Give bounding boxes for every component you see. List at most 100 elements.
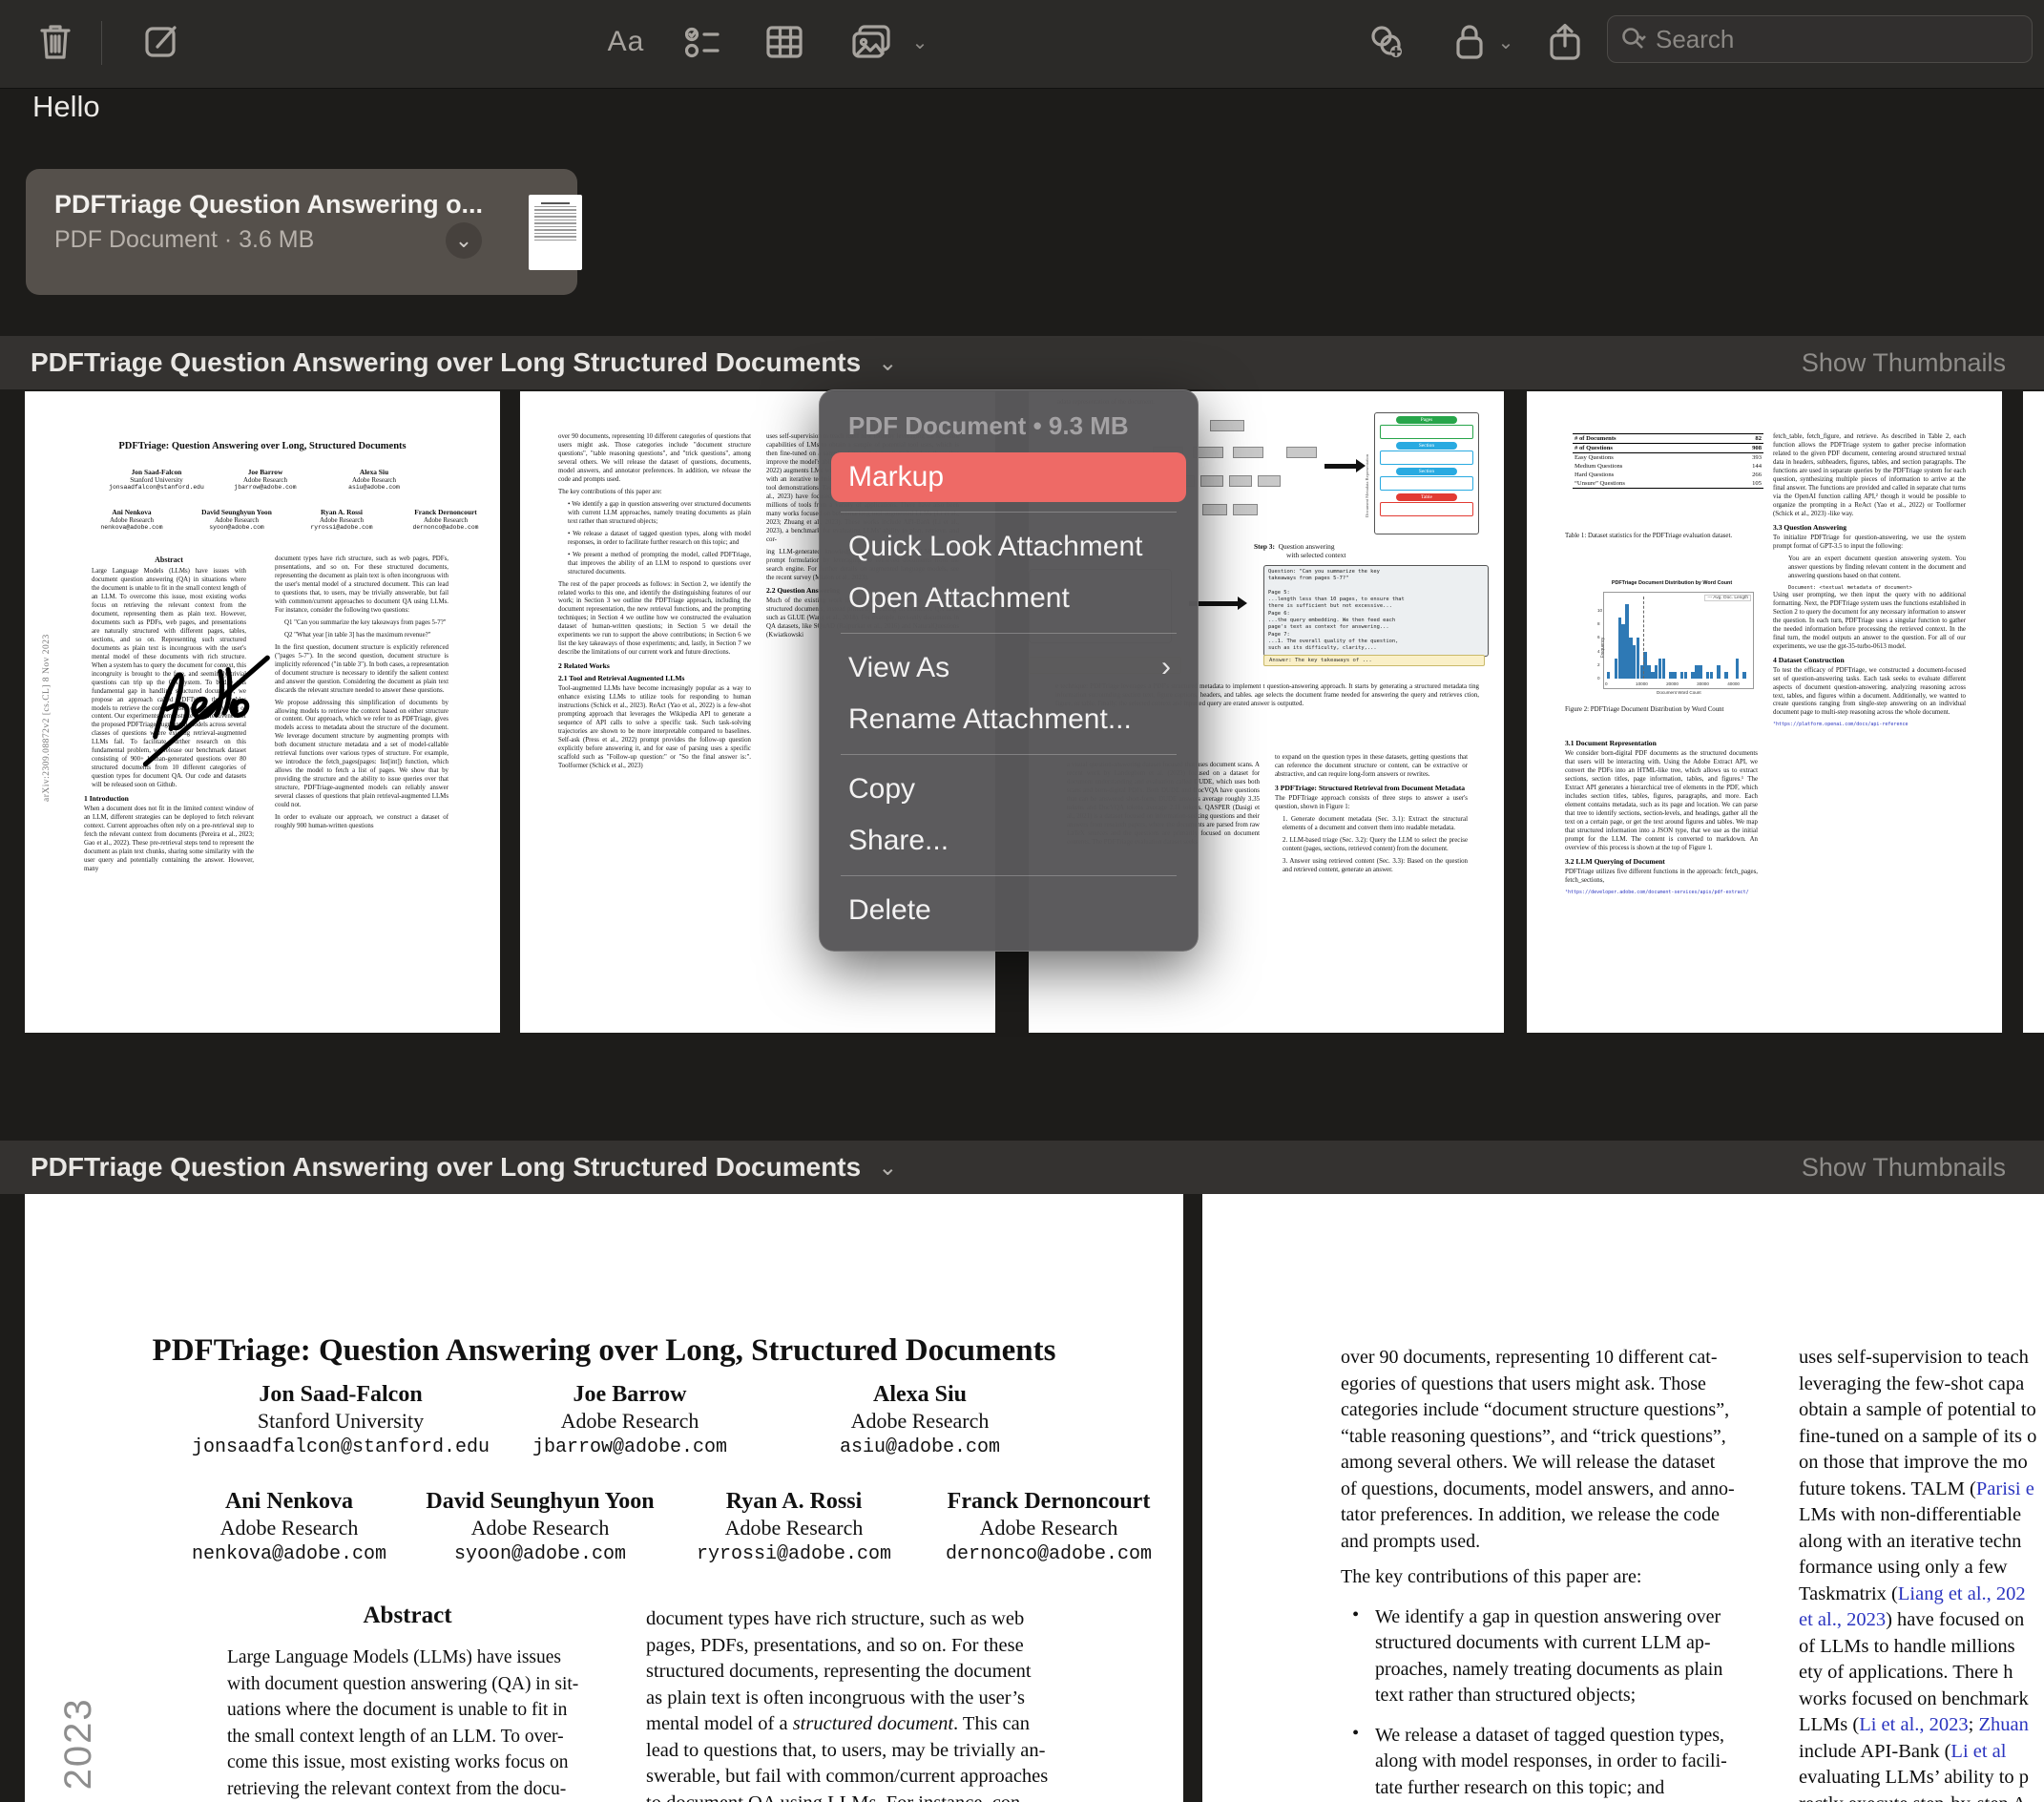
abstract-column: Large Language Models (LLMs) have issues…: [227, 1645, 599, 1802]
text-block: Adobe Research: [201, 516, 272, 524]
chevron-down-icon[interactable]: ⌄: [878, 349, 897, 377]
text-line: on those that improve the mo: [1799, 1450, 2044, 1477]
text-block: there is sufficient but not excessive...: [1268, 603, 1484, 610]
section-title: PDFTriage Question Answering over Long S…: [31, 1152, 861, 1183]
pdf-page-thumbnail-1[interactable]: arXiv:2309.08872v2 [cs.CL] 8 Nov 2023PDF…: [25, 391, 500, 1033]
trash-icon[interactable]: [31, 17, 80, 67]
search-placeholder: Search: [1656, 25, 1734, 54]
text-block: of questions, documents, model answers, …: [1341, 1477, 1742, 1503]
text-block: Large Language Models (LLMs) have issues…: [84, 568, 254, 790]
text-block: Ani Nenkova: [100, 508, 162, 516]
text-line: mental model of a structured document. T…: [646, 1711, 1095, 1738]
text-block: Stanford University: [109, 476, 204, 484]
chart-title: PDFTriage Document Distribution by Word …: [1590, 580, 1754, 586]
chart-bar: [1736, 659, 1739, 679]
text-block: 3 PDFTriage: Structured Retrieval from D…: [1275, 784, 1468, 792]
arrow-icon: [1324, 464, 1357, 469]
menu-item-delete[interactable]: Delete: [820, 886, 1198, 935]
text-block: David Seunghyun Yoon: [201, 508, 272, 516]
menu-item-view-as[interactable]: View As›: [820, 643, 1198, 693]
table-icon[interactable]: [760, 17, 809, 67]
pdf-page-preview-1[interactable]: 8 Nov 2023PDFTriage: Question Answering …: [25, 1194, 1183, 1802]
text-line: fine-tuned on a sample of its o: [1799, 1424, 2044, 1451]
author-block: Ani NenkovaAdobe Researchnenkova@adobe.c…: [192, 1488, 386, 1568]
text-block: We propose addressing this simplificatio…: [275, 700, 448, 811]
menu-item-quick-look-attachment[interactable]: Quick Look Attachment: [820, 522, 1198, 572]
menu-item-copy[interactable]: Copy: [820, 765, 1198, 814]
checklist-icon[interactable]: [679, 17, 729, 67]
text-block: 3.2 LLM Querying of Document: [1565, 857, 1758, 866]
text-block: Question: "Can you summarize the key: [1268, 569, 1484, 576]
text-block: such as its difficulty, clarity,...: [1268, 645, 1484, 652]
text-block: syoon@adobe.com: [201, 524, 272, 531]
tree-node: [1233, 504, 1258, 515]
text-block: 2. LLM-based triage (Sec. 3.2): Query th…: [1275, 837, 1468, 854]
tree-node: [1200, 475, 1223, 487]
chevron-down-icon[interactable]: ⌄: [878, 1154, 897, 1182]
show-thumbnails-button[interactable]: Show Thumbnails: [1802, 348, 2006, 378]
chart-bar: [1684, 672, 1687, 679]
add-link-icon[interactable]: [1363, 17, 1412, 67]
text-block: over 90 documents, representing 10 diffe…: [1341, 1345, 1742, 1372]
chevron-down-icon[interactable]: ⌄: [446, 222, 482, 259]
attachment-thumbnail: [529, 195, 582, 270]
text-block: Adobe Research: [840, 1408, 1000, 1435]
text-block: 3.3 Question Answering: [1773, 523, 1966, 532]
text-block: Franck Dernoncourt: [412, 508, 478, 516]
chart-bar: [1699, 665, 1701, 679]
media-chevron-icon[interactable]: ⌄: [895, 17, 945, 67]
text-block: Page 7:: [1268, 632, 1484, 639]
metadata-panel: PagesSectionSectionTable: [1374, 412, 1479, 534]
menu-item-open-attachment[interactable]: Open Attachment: [820, 574, 1198, 623]
text-block: “table reasoning questions”, and “trick …: [1341, 1424, 1742, 1451]
pdf-page-preview-2[interactable]: over 90 documents, representing 10 diffe…: [1202, 1194, 2044, 1802]
text-block: takeaways from pages 5-7?": [1268, 576, 1484, 582]
text-block: over 90 documents, representing 10 diffe…: [558, 433, 751, 485]
figure-caption: Figure 2: PDFTriage Document Distributio…: [1565, 706, 1765, 715]
text-line: evaluating LLMs’ ability to p: [1799, 1765, 2044, 1792]
chart-bar: [1724, 672, 1727, 679]
text-block: [1268, 583, 1484, 590]
text-block: structured documents with current LLM ap…: [1375, 1630, 1742, 1657]
table-row: “Unsure” Questions105: [1573, 479, 1763, 489]
attachment-card[interactable]: PDFTriage Question Answering o... PDF Do…: [26, 169, 577, 295]
text-line: along with an iterative techn: [1799, 1529, 2044, 1556]
text-block: Q2 "What year [in table 3] has the maxim…: [275, 632, 448, 640]
text-block: Franck Dernoncourt: [946, 1488, 1152, 1515]
text-block: Page 5:: [1268, 590, 1484, 597]
menu-item-markup[interactable]: Markup: [831, 452, 1186, 502]
author-block: Joe BarrowAdobe Researchjbarrow@adobe.co…: [532, 1381, 727, 1461]
metadata-pill: Section: [1396, 468, 1457, 475]
text-block: The rest of the paper proceeds as follow…: [558, 581, 751, 659]
y-tick: 10: [1597, 608, 1602, 613]
compose-icon[interactable]: [137, 17, 187, 67]
text-block: Alexa Siu: [348, 468, 400, 476]
text-block: to expand on the question types in these…: [1275, 754, 1468, 780]
search-input[interactable]: Search: [1607, 15, 2033, 63]
lock-chevron-icon[interactable]: ⌄: [1481, 17, 1531, 67]
menu-item-rename-attachment[interactable]: Rename Attachment...: [820, 695, 1198, 744]
text-block: come this issue, most existing works foc…: [227, 1750, 599, 1776]
tree-node: [1210, 420, 1244, 431]
y-tick: 0: [1597, 676, 1600, 681]
text-block: 2.1 Tool and Retrieval Augmented LLMs: [558, 674, 751, 682]
text-block: tator preferences. In addition, we relea…: [1341, 1502, 1742, 1529]
pdf-page-thumbnail-5[interactable]: [2023, 391, 2044, 1033]
abstract-heading: Abstract: [221, 1603, 594, 1629]
text-line: swerable, but fail with common/current a…: [646, 1764, 1095, 1791]
text-block: asiu@adobe.com: [840, 1435, 1000, 1461]
menu-item-share[interactable]: Share...: [820, 816, 1198, 866]
format-icon[interactable]: Aa: [601, 17, 651, 67]
text-block: In order to evaluate our approach, we co…: [275, 814, 448, 831]
text-block: To initialize PDFTriage for question-ans…: [1773, 534, 1966, 552]
media-icon[interactable]: [847, 17, 897, 67]
pdf-page-thumbnail-4[interactable]: # of Documents82# of Questions908Easy Qu…: [1527, 391, 2002, 1033]
show-thumbnails-button[interactable]: Show Thumbnails: [1802, 1153, 2006, 1183]
share-icon[interactable]: [1540, 17, 1590, 67]
text-block: ryrossi@adobe.com: [697, 1541, 891, 1568]
text-block: In the first question, document structur…: [275, 644, 448, 696]
text-block: asiu@adobe.com: [348, 484, 400, 491]
metadata-pill: Table: [1396, 493, 1457, 501]
text-block: ...the query embedding. We then feed eac…: [1268, 618, 1484, 624]
menu-separator: [841, 512, 1177, 513]
